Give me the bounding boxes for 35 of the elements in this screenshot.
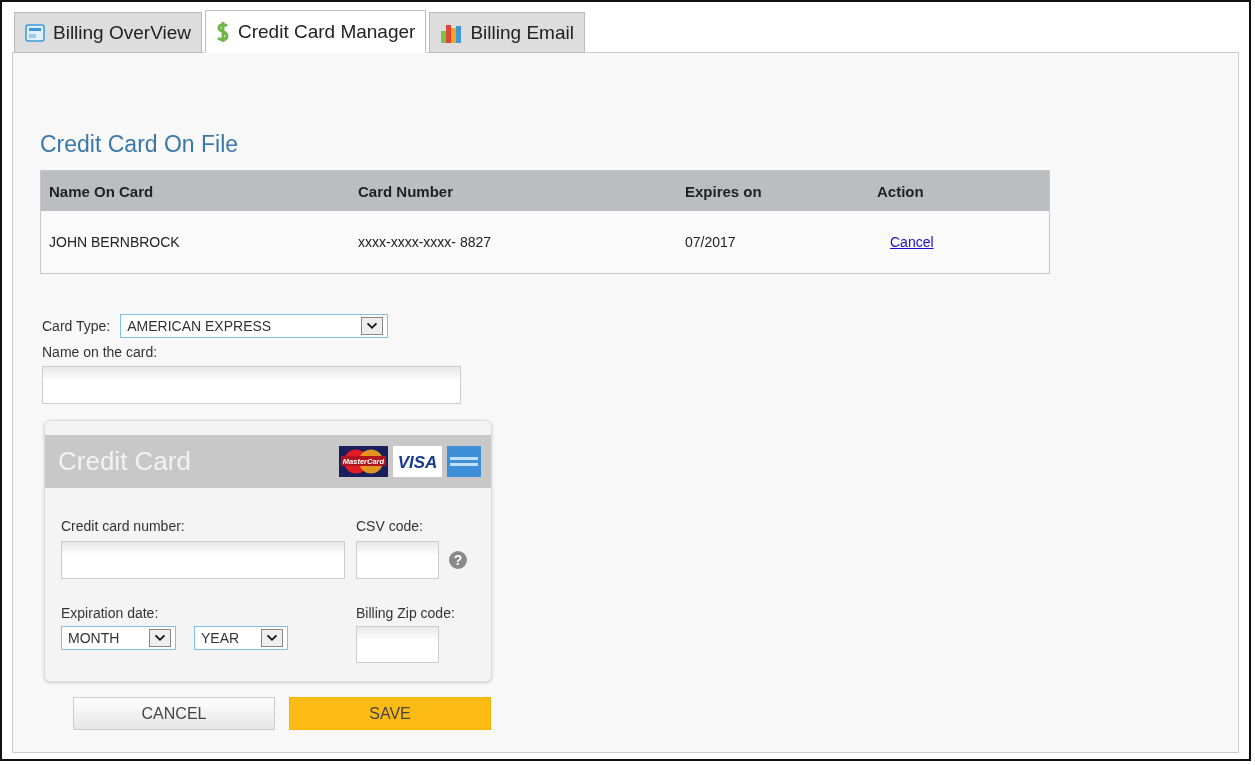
tab[interactable]: Billing Email <box>429 12 585 53</box>
field-label: Expiration date: <box>61 605 160 621</box>
cancel-button[interactable]: CANCEL <box>73 697 275 730</box>
caret-icon <box>149 629 171 647</box>
month-select[interactable]: MONTH <box>61 626 176 650</box>
tab[interactable]: Billing OverView <box>14 12 202 53</box>
tab[interactable]: Credit Card Manager <box>205 10 427 53</box>
card-type-select[interactable]: AMERICAN EXPRESS <box>120 314 389 338</box>
field-label: Billing Zip code: <box>356 605 456 621</box>
caret-icon <box>261 629 283 647</box>
card-icon <box>25 23 45 42</box>
section-title: Credit Card On File <box>40 131 240 158</box>
year-select[interactable]: YEAR <box>194 626 288 650</box>
cancel-link[interactable]: Cancel <box>890 234 934 250</box>
column-header: Expires on <box>685 182 763 200</box>
caret-icon <box>361 317 384 335</box>
column-header: Action <box>877 182 925 200</box>
visa-logo: VISA <box>393 446 442 477</box>
field-label: Card Type: <box>42 318 111 334</box>
field-label: Name on the card: <box>42 344 159 360</box>
dollar-icon <box>216 20 230 43</box>
field-label: CSV code: <box>356 518 424 534</box>
csv-input[interactable] <box>356 541 439 579</box>
column-header: Name On Card <box>49 182 155 200</box>
field-label: Credit card number: <box>61 518 186 534</box>
table-cell-text: 07/2017 <box>685 234 737 250</box>
card-number-input[interactable] <box>61 541 345 579</box>
bar-chart-icon <box>440 22 463 43</box>
table-cell-text: xxxx-xxxx-xxxx- 8827 <box>358 234 493 250</box>
zip-input[interactable] <box>356 626 439 663</box>
save-button[interactable]: SAVE <box>289 697 491 730</box>
name-input[interactable] <box>42 366 461 404</box>
table-cell-text: JOHN BERNBROCK <box>49 234 181 250</box>
column-header: Card Number <box>358 182 455 200</box>
amex-logo <box>447 446 481 477</box>
